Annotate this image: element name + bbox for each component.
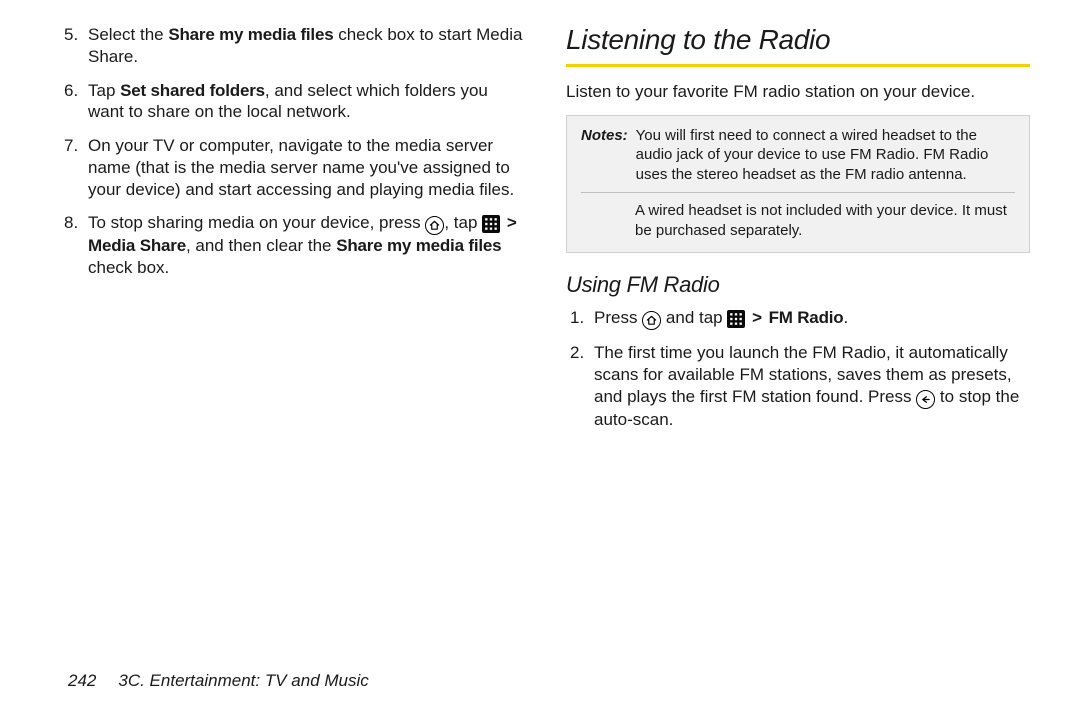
heading-listening-to-radio: Listening to the Radio (566, 22, 1030, 67)
nav-separator: > (507, 212, 517, 234)
right-column: Listening to the Radio Listen to your fa… (566, 24, 1030, 644)
heading-using-fm-radio: Using FM Radio (566, 271, 1030, 299)
grid-icon (482, 215, 500, 233)
bold-text: Share my media files (336, 236, 501, 255)
step-text: and tap (661, 308, 727, 327)
home-icon (642, 311, 661, 330)
bold-text: Share my media files (168, 25, 333, 44)
step-text: . (843, 308, 848, 327)
step-text: , tap (444, 213, 482, 232)
back-icon (916, 390, 935, 409)
grid-icon (727, 310, 745, 328)
step-6: Tap Set shared folders, and select which… (60, 80, 524, 124)
home-icon (425, 216, 444, 235)
nav-separator: > (752, 307, 762, 329)
step-1: Press and tap > FM Radio. (566, 307, 1030, 330)
left-column: Select the Share my media files check bo… (60, 24, 524, 644)
step-text: On your TV or computer, navigate to the … (88, 136, 514, 199)
notes-text: You will first need to connect a wired h… (636, 126, 1015, 185)
intro-text: Listen to your favorite FM radio station… (566, 81, 1030, 103)
step-7: On your TV or computer, navigate to the … (60, 135, 524, 200)
notes-text: A wired headset is not included with you… (581, 201, 1015, 240)
step-text: Select the (88, 25, 168, 44)
notes-label: Notes: (581, 126, 628, 185)
step-text: To stop sharing media on your device, pr… (88, 213, 425, 232)
bold-text: FM Radio (769, 308, 844, 327)
chapter-title: 3C. Entertainment: TV and Music (118, 671, 368, 690)
step-text: check box. (88, 258, 169, 277)
media-share-steps: Select the Share my media files check bo… (60, 24, 524, 279)
step-text: Tap (88, 81, 120, 100)
page-number: 242 (68, 671, 96, 690)
notes-divider (581, 192, 1015, 193)
fm-radio-steps: Press and tap > FM Radio. The first time… (566, 307, 1030, 430)
step-text: Press (594, 308, 642, 327)
step-5: Select the Share my media files check bo… (60, 24, 524, 68)
two-column-layout: Select the Share my media files check bo… (60, 24, 1030, 644)
step-8: To stop sharing media on your device, pr… (60, 212, 524, 279)
step-text: , and then clear the (186, 236, 336, 255)
notes-box: Notes: You will first need to connect a … (566, 115, 1030, 254)
step-2: The first time you launch the FM Radio, … (566, 342, 1030, 430)
page-footer: 242 3C. Entertainment: TV and Music (68, 670, 369, 692)
notes-row: Notes: You will first need to connect a … (581, 126, 1015, 185)
bold-text: Set shared folders (120, 81, 265, 100)
bold-text: Media Share (88, 236, 186, 255)
